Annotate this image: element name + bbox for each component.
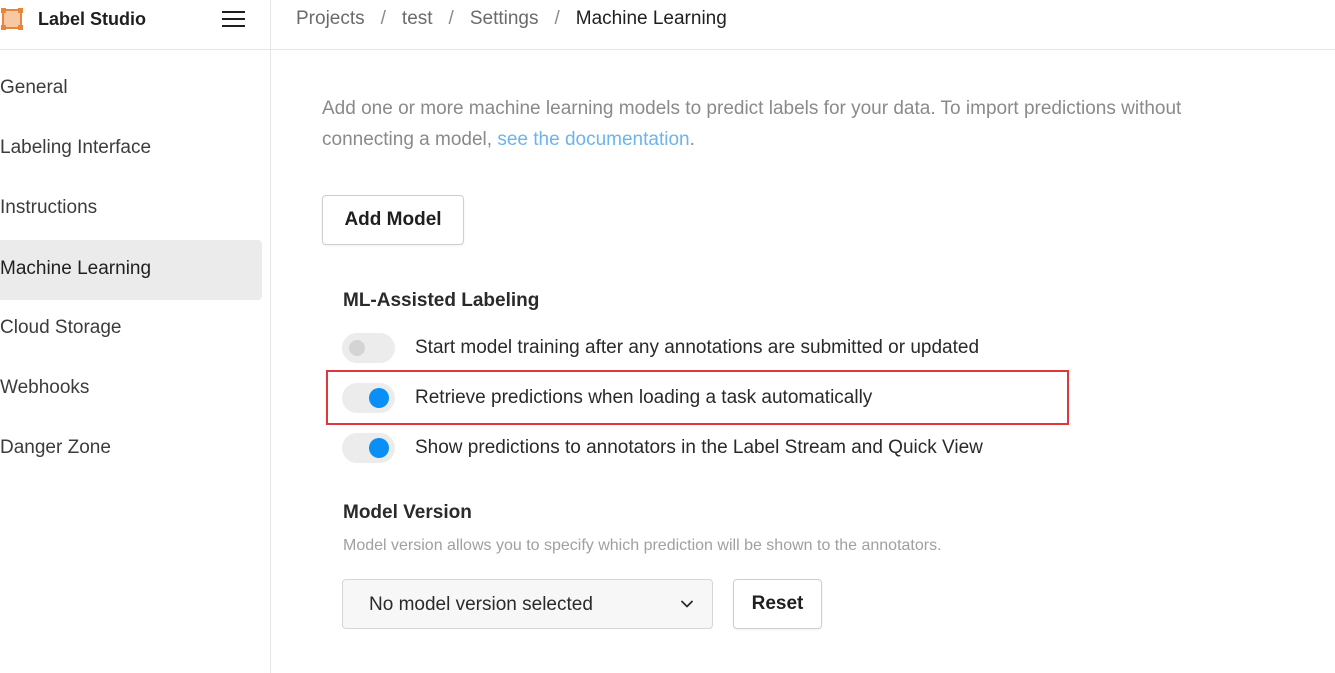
breadcrumb-separator: /: [448, 8, 454, 29]
highlight-box: [326, 370, 1069, 425]
intro-text: Add one or more machine learning models …: [322, 93, 1202, 155]
brand-area: Label Studio: [0, 0, 271, 50]
chevron-down-icon: [681, 600, 693, 608]
breadcrumb-separator: /: [380, 8, 386, 29]
label-studio-logo-icon[interactable]: [1, 8, 23, 30]
show-predictions-label: Show predictions to annotators in the La…: [415, 437, 983, 458]
sidebar-item-webhooks[interactable]: Webhooks: [0, 359, 262, 419]
sidebar-item-danger-zone[interactable]: Danger Zone: [0, 419, 262, 479]
show-predictions-toggle[interactable]: [342, 433, 395, 463]
breadcrumb: Projects / test / Settings / Machine Learning: [296, 8, 727, 30]
top-bar: Label Studio Projects / test / Settings / Mach…: [0, 0, 1335, 50]
model-version-title: Model Version: [343, 502, 472, 523]
app-name[interactable]: Label Studio: [38, 9, 146, 30]
sidebar-item-labeling-interface[interactable]: Labeling Interface: [0, 119, 262, 179]
toggle-knob: [349, 340, 365, 356]
breadcrumb-settings[interactable]: Settings: [470, 8, 539, 30]
toggle-knob: [369, 438, 389, 458]
model-version-description: Model version allows you to specify whic…: [343, 537, 942, 554]
start-training-toggle[interactable]: [342, 333, 395, 363]
sidebar-item-cloud-storage[interactable]: Cloud Storage: [0, 299, 262, 359]
add-model-button[interactable]: Add Model: [322, 195, 464, 245]
documentation-link[interactable]: see the documentation: [497, 129, 689, 150]
ml-assisted-labeling-title: ML-Assisted Labeling: [343, 290, 540, 311]
breadcrumb-separator: /: [554, 8, 560, 29]
sidebar-item-instructions[interactable]: Instructions: [0, 179, 262, 239]
reset-button[interactable]: Reset: [733, 579, 822, 629]
breadcrumb-project[interactable]: test: [402, 8, 433, 30]
toggle-row-start-training: Start model training after any annotatio…: [342, 333, 1142, 365]
settings-sidebar: General Labeling Interface Instructions …: [0, 50, 271, 673]
intro-text-body: Add one or more machine learning models …: [322, 98, 1182, 150]
breadcrumb-projects[interactable]: Projects: [296, 8, 365, 30]
intro-text-end: .: [689, 129, 695, 150]
model-version-select[interactable]: No model version selected: [342, 579, 713, 629]
toggle-row-show-predictions: Show predictions to annotators in the La…: [342, 433, 1142, 465]
hamburger-menu-icon[interactable]: [222, 11, 246, 29]
breadcrumb-current: Machine Learning: [575, 8, 727, 29]
sidebar-item-machine-learning[interactable]: Machine Learning: [0, 240, 262, 300]
sidebar-item-general[interactable]: General: [0, 59, 262, 119]
start-training-label: Start model training after any annotatio…: [415, 337, 980, 358]
model-version-selected-value: No model version selected: [369, 594, 593, 615]
main-content: Add one or more machine learning models …: [272, 50, 1335, 673]
